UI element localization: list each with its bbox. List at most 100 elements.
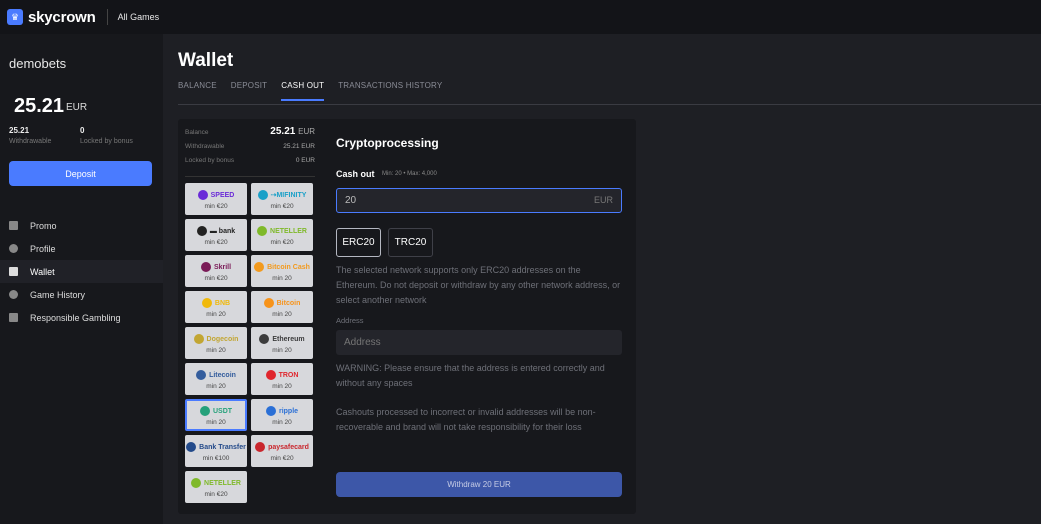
payment-method-min: min 20 [272, 383, 292, 390]
payment-method-logo: Dogecoin [193, 332, 239, 346]
payment-method-min: min €20 [204, 491, 228, 498]
amount-currency: EUR [594, 195, 614, 205]
summary-divider [185, 176, 315, 177]
payment-method-name: Skrill [213, 263, 232, 271]
wallet-tabs: BALANCE DEPOSIT CASH OUT TRANSACTIONS HI… [178, 81, 456, 101]
payment-method-name: USDT [212, 407, 233, 415]
method-title: Cryptoprocessing [336, 136, 439, 150]
payment-method-logo: Bitcoin Cash [254, 260, 310, 274]
network-trc20-button[interactable]: TRC20 [388, 228, 433, 257]
user-icon [9, 244, 18, 253]
gift-icon [9, 221, 18, 230]
payment-method-name: NETELLER [270, 227, 307, 235]
coin-icon [191, 478, 202, 488]
cashout-label: Cash out [336, 169, 375, 179]
brand-name: skycrown [28, 8, 96, 26]
withdrawable-value: 25.21 [9, 126, 30, 135]
sidebar-item-responsible-gambling[interactable]: Responsible Gambling [0, 306, 163, 329]
locked-value: 0 [80, 126, 85, 135]
tab-cash-out[interactable]: CASH OUT [281, 81, 325, 101]
brand-logo[interactable]: ♛ skycrown [7, 9, 96, 26]
payment-method-card[interactable]: SPEED min €20 [185, 183, 247, 215]
payment-method-name: ripple [278, 407, 299, 415]
history-icon [9, 290, 18, 299]
sidebar-item-game-history[interactable]: Game History [0, 283, 163, 306]
coin-icon [200, 262, 211, 272]
tab-deposit[interactable]: DEPOSIT [231, 81, 268, 101]
cashout-panel: Balance 25.21 EUR Withdrawable 25.21 EUR… [178, 119, 636, 514]
payment-method-logo: USDT [199, 404, 233, 418]
payment-method-min: min 20 [206, 383, 226, 390]
payment-method-card[interactable]: Ethereum min 20 [251, 327, 313, 359]
coin-icon [197, 190, 208, 200]
payment-method-card[interactable]: Skrill min €20 [185, 255, 247, 287]
payment-method-card[interactable]: Litecoin min 20 [185, 363, 247, 395]
sidebar-item-profile[interactable]: Profile [0, 237, 163, 260]
payment-method-logo: Bitcoin [263, 296, 301, 310]
network-erc20-button[interactable]: ERC20 [336, 228, 381, 257]
payment-method-name: Bitcoin Cash [267, 263, 310, 271]
crown-icon: ♛ [7, 9, 23, 25]
tab-transactions-history[interactable]: TRANSACTIONS HISTORY [338, 81, 442, 101]
payment-method-card[interactable]: USDT min 20 [185, 399, 247, 431]
deposit-button[interactable]: Deposit [9, 161, 152, 186]
payment-method-name: BNB [214, 299, 231, 307]
top-divider [106, 9, 108, 25]
payment-method-name: Dogecoin [206, 335, 239, 343]
sidebar-menu: Promo Profile Wallet Game History Respon… [0, 214, 163, 329]
coin-icon [263, 298, 274, 308]
payment-method-name: ▬ bank [209, 227, 236, 235]
payment-method-card[interactable]: BNB min 20 [185, 291, 247, 323]
sidebar-item-label: Promo [30, 220, 57, 231]
payment-method-logo: Bank Transfer [186, 440, 246, 454]
amount-input[interactable] [336, 188, 622, 213]
payment-method-min: min 20 [272, 419, 292, 426]
payment-method-card[interactable]: ⇢MIFINITY min €20 [251, 183, 313, 215]
payment-method-min: min 20 [272, 275, 292, 282]
coin-icon [257, 226, 268, 236]
payment-method-card[interactable]: NETELLER min €20 [185, 471, 247, 503]
payment-method-card[interactable]: Bitcoin Cash min 20 [251, 255, 313, 287]
sidebar-item-label: Wallet [30, 266, 55, 277]
coin-icon [259, 334, 270, 344]
sidebar-item-label: Profile [30, 243, 56, 254]
address-input[interactable] [336, 330, 622, 355]
payment-method-name: Bitcoin [276, 299, 301, 307]
tabs-divider [178, 104, 1041, 105]
summary-withdrawable-row: Withdrawable 25.21 EUR [185, 143, 315, 150]
payment-method-logo: Litecoin [196, 368, 236, 382]
sidebar-item-label: Game History [30, 289, 86, 300]
payment-method-min: min 20 [206, 311, 226, 318]
payment-method-name: NETELLER [204, 479, 241, 487]
payment-method-min: min €20 [270, 239, 294, 246]
tab-balance[interactable]: BALANCE [178, 81, 217, 101]
summary-locked-value: 0 EUR [295, 157, 315, 164]
payment-method-logo: Ethereum [259, 332, 305, 346]
withdraw-button[interactable]: Withdraw 20 EUR [336, 472, 622, 497]
sidebar-item-wallet[interactable]: Wallet [0, 260, 163, 283]
summary-locked-row: Locked by bonus 0 EUR [185, 157, 315, 164]
username: demobets [9, 56, 67, 71]
sidebar: demobets 25.21 EUR 25.21 Withdrawable 0 … [0, 34, 163, 524]
coin-icon [186, 442, 197, 452]
payment-method-card[interactable]: paysafecard min €20 [251, 435, 313, 467]
payment-method-card[interactable]: Bank Transfer min €100 [185, 435, 247, 467]
withdrawable-label: Withdrawable [9, 138, 52, 145]
coin-icon [201, 298, 212, 308]
balance-currency: EUR [66, 102, 88, 113]
payment-method-card[interactable]: TRON min 20 [251, 363, 313, 395]
payment-method-card[interactable]: NETELLER min €20 [251, 219, 313, 251]
payment-method-logo: BNB [201, 296, 231, 310]
payment-method-min: min €20 [204, 275, 228, 282]
payment-method-name: SPEED [210, 191, 235, 199]
payment-method-card[interactable]: ▬ bank min €20 [185, 219, 247, 251]
payment-method-card[interactable]: ripple min 20 [251, 399, 313, 431]
payment-method-logo: Skrill [200, 260, 232, 274]
payment-method-logo: ⇢MIFINITY [257, 188, 306, 202]
nav-all-games[interactable]: All Games [118, 12, 160, 22]
payment-method-min: min €20 [270, 203, 294, 210]
payment-method-min: min €20 [204, 239, 228, 246]
payment-method-card[interactable]: Dogecoin min 20 [185, 327, 247, 359]
sidebar-item-promo[interactable]: Promo [0, 214, 163, 237]
payment-method-card[interactable]: Bitcoin min 20 [251, 291, 313, 323]
